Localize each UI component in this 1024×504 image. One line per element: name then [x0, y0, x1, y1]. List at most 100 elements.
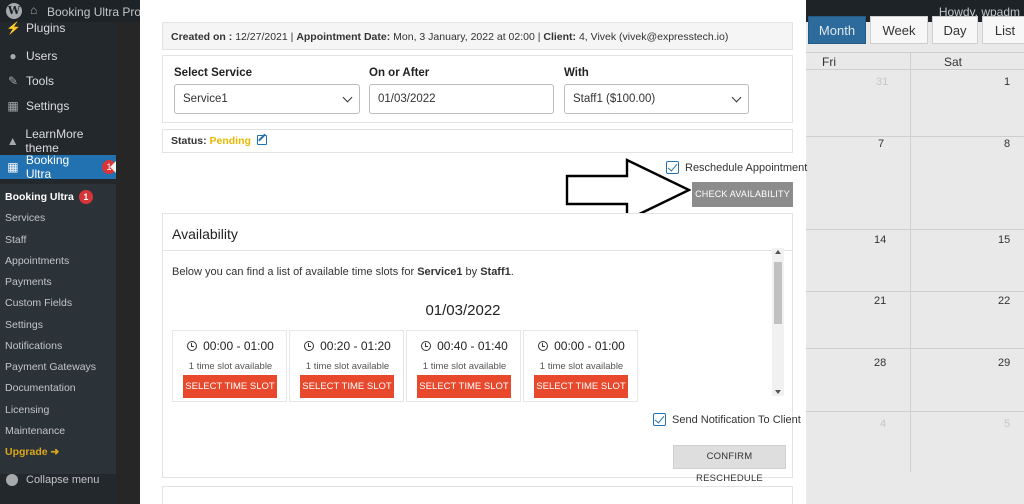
time-slot-card: 00:20 - 01:20 1 time slot available SELE…: [289, 330, 404, 402]
booking-ultra-submenu: Booking Ultra 1 Services Staff Appointmen…: [0, 184, 116, 474]
send-notification-label: Send Notification To Client: [672, 414, 801, 426]
calendar-list-button[interactable]: List: [982, 16, 1024, 44]
submenu-item-appointments[interactable]: Appointments: [5, 255, 69, 267]
calendar-week-row: [806, 349, 1024, 412]
weekday-sat: Sat: [944, 55, 963, 69]
sidebar-item-users[interactable]: ● Users: [0, 44, 116, 68]
home-icon[interactable]: ⌂: [30, 4, 42, 16]
calendar-day[interactable]: 7: [878, 138, 884, 150]
status-badge: Pending: [209, 135, 251, 147]
calendar-grid-icon: ▦: [7, 160, 19, 174]
sidebar-item-label: Booking Ultra: [25, 153, 70, 181]
description-staff: Staff1: [480, 266, 511, 278]
collapse-menu-button[interactable]: Collapse menu: [6, 474, 99, 486]
slot-time: 00:40 - 01:40: [407, 339, 522, 353]
sidebar-item-label: Settings: [26, 99, 70, 113]
slot-time: 00:20 - 01:20: [290, 339, 405, 353]
slots-scrollbar[interactable]: [772, 248, 784, 396]
reschedule-label: Reschedule Appointment: [685, 162, 808, 174]
scroll-thumb[interactable]: [774, 262, 782, 324]
calendar-day[interactable]: 21: [874, 295, 886, 307]
check-availability-button[interactable]: CHECK AVAILABILITY: [692, 182, 793, 207]
select-time-slot-button[interactable]: SELECT TIME SLOT: [534, 375, 628, 398]
submenu-item-licensing[interactable]: Licensing: [5, 404, 49, 416]
sidebar-item-settings[interactable]: ▦ Settings: [0, 94, 116, 118]
submenu-header[interactable]: Booking Ultra 1: [5, 190, 93, 204]
description-text: .: [510, 266, 514, 278]
sidebar-item-booking-ultra[interactable]: ▦ Booking Ultra 1: [0, 153, 116, 181]
settings-icon: ▦: [7, 99, 19, 113]
description-text: by: [462, 266, 481, 278]
description-service: Service1: [417, 266, 463, 278]
service-select[interactable]: Service1: [174, 84, 360, 114]
calendar-day[interactable]: 4: [880, 418, 886, 430]
slot-time-label: 00:40 - 01:40: [437, 339, 508, 353]
chevron-down-icon: [342, 92, 353, 103]
graduation-cap-icon: ▲: [6, 134, 19, 148]
send-notification-checkbox[interactable]: [653, 413, 666, 426]
chevron-down-icon: [731, 92, 742, 103]
submenu-item-services[interactable]: Services: [5, 212, 45, 224]
date-input[interactable]: 01/03/2022: [369, 84, 554, 114]
slot-time-label: 00:00 - 01:00: [554, 339, 625, 353]
sidebar-item-label: LearnMore theme: [25, 127, 84, 155]
submenu-item-staff[interactable]: Staff: [5, 234, 26, 246]
select-time-slot-button[interactable]: SELECT TIME SLOT: [417, 375, 511, 398]
status-label: Status:: [171, 135, 207, 147]
sidebar-item-plugins[interactable]: ⚡ Plugins: [0, 16, 116, 40]
calendar-day[interactable]: 8: [1004, 138, 1010, 150]
collapse-menu-label: Collapse menu: [26, 474, 100, 486]
submenu-item-maintenance[interactable]: Maintenance: [5, 425, 65, 437]
sidebar-item-tools[interactable]: ✎ Tools: [0, 69, 116, 93]
created-value: 12/27/2021: [235, 31, 288, 43]
calendar-weekday-header: Fri Sat: [806, 52, 1024, 70]
collapse-arrow-icon: [6, 474, 18, 486]
submenu-item-documentation[interactable]: Documentation: [5, 382, 76, 394]
scroll-down-arrow-icon[interactable]: [775, 390, 781, 394]
calendar-day[interactable]: 5: [1004, 418, 1010, 430]
submenu-item-notifications[interactable]: Notifications: [5, 340, 62, 352]
calendar-day[interactable]: 1: [1004, 76, 1010, 88]
submenu-header-label: Booking Ultra: [5, 191, 74, 203]
calendar-day[interactable]: 14: [874, 234, 886, 246]
time-slot-card: 00:00 - 01:00 1 time slot available SELE…: [172, 330, 287, 402]
calendar-day[interactable]: 31: [876, 76, 888, 88]
staff-select[interactable]: Staff1 ($100.00): [564, 84, 749, 114]
weekday-fri: Fri: [822, 55, 836, 69]
submenu-item-payment-gateways[interactable]: Payment Gateways: [5, 361, 96, 373]
calendar-week-row: [806, 292, 1024, 349]
clock-icon: [421, 341, 432, 351]
calendar-month-button[interactable]: Month: [808, 16, 866, 44]
calendar-week-row: [806, 230, 1024, 292]
date-label: On or After: [369, 67, 430, 79]
scroll-up-arrow-icon[interactable]: [775, 250, 781, 254]
calendar-day[interactable]: 15: [998, 234, 1010, 246]
client-label: Client:: [543, 31, 577, 43]
submenu-item-upgrade[interactable]: Upgrade ➜: [5, 446, 59, 458]
staff-select-value: Staff1 ($100.00): [573, 93, 656, 105]
select-time-slot-button[interactable]: SELECT TIME SLOT: [183, 375, 277, 398]
plug-icon: ⚡: [6, 21, 21, 35]
calendar-day[interactable]: 29: [998, 357, 1010, 369]
sidebar-item-learnmore-theme[interactable]: ▲ LearnMore theme: [0, 127, 116, 155]
edit-icon[interactable]: [256, 135, 267, 145]
submenu-item-payments[interactable]: Payments: [5, 276, 52, 288]
wrench-icon: ✎: [7, 74, 19, 88]
submenu-item-custom-fields[interactable]: Custom Fields: [5, 297, 72, 309]
select-time-slot-button[interactable]: SELECT TIME SLOT: [300, 375, 394, 398]
calendar-week-row: [806, 70, 1024, 137]
time-slot-card: 00:40 - 01:40 1 time slot available SELE…: [406, 330, 521, 402]
submenu-item-settings[interactable]: Settings: [5, 319, 43, 331]
availability-title: Availability: [172, 226, 238, 242]
admin-sidebar: ⚡ Plugins ● Users ✎ Tools ▦ Settings ▲ L…: [0, 21, 116, 504]
appointment-date-value: Mon, 3 January, 2022 at 02:00: [393, 31, 535, 43]
calendar-day-button[interactable]: Day: [932, 16, 978, 44]
calendar-week-button[interactable]: Week: [870, 16, 928, 44]
calendar-day[interactable]: 22: [998, 295, 1010, 307]
reschedule-modal: Created on : 12/27/2021 | Appointment Da…: [140, 0, 808, 504]
sidebar-item-label: Plugins: [26, 21, 66, 35]
calendar-day[interactable]: 28: [874, 357, 886, 369]
modal-overlay: [116, 22, 140, 504]
confirm-reschedule-button[interactable]: CONFIRM RESCHEDULE: [673, 445, 786, 484]
time-slot-card: 00:00 - 01:00 1 time slot available SELE…: [523, 330, 638, 402]
